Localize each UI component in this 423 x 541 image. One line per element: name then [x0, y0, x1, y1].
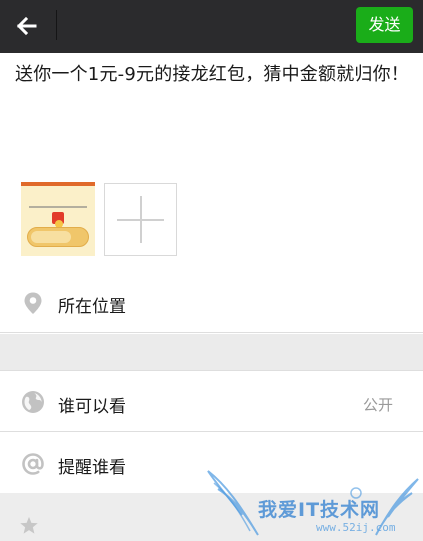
arrow-left-icon [16, 16, 37, 36]
watermark-url: www.52ij.com [316, 521, 396, 534]
visibility-row[interactable]: 谁可以看 公开 [0, 372, 423, 432]
post-text-input[interactable]: 送你一个1元-9元的接龙红包，猜中金额就归你！ [15, 62, 410, 87]
attached-image-thumbnail[interactable] [21, 182, 95, 256]
globe-icon [22, 391, 44, 413]
location-label: 所在位置 [58, 297, 126, 317]
watermark-text: 我爱IT技术网 [258, 499, 381, 521]
visibility-label: 谁可以看 [58, 397, 126, 417]
visibility-value: 公开 [362, 396, 393, 414]
star-icon[interactable] [18, 515, 40, 537]
at-sign-icon [22, 453, 44, 475]
section-gap [0, 334, 423, 371]
header-divider [56, 10, 57, 40]
back-button[interactable] [12, 11, 42, 41]
add-photo-button[interactable] [104, 183, 177, 256]
top-bar: 发送 [0, 0, 423, 53]
send-button[interactable]: 发送 [356, 7, 413, 43]
location-row[interactable]: 所在位置 [0, 277, 423, 333]
remind-label: 提醒谁看 [58, 458, 126, 478]
location-pin-icon [24, 292, 42, 314]
remind-row[interactable]: 提醒谁看 [0, 433, 423, 493]
